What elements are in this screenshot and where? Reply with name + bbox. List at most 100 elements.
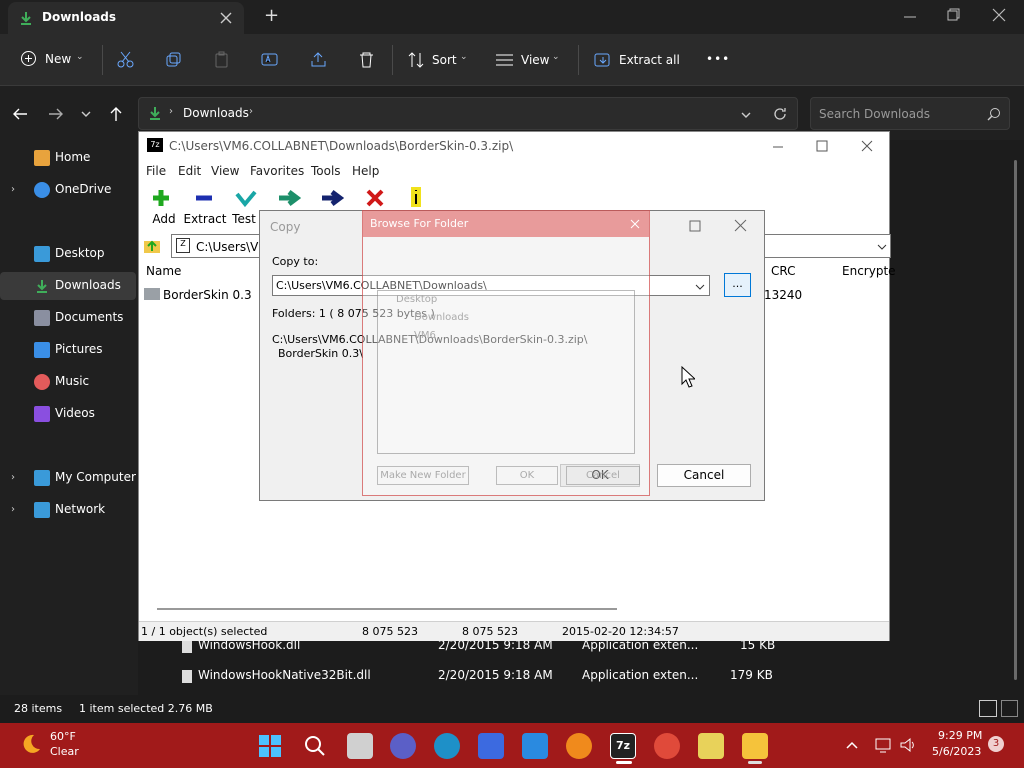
cheetah-app-icon[interactable] (698, 733, 724, 759)
menu-favorites[interactable]: Favorites (250, 164, 304, 178)
menu-tools[interactable]: Tools (311, 164, 341, 178)
chevron-down-icon[interactable] (877, 242, 887, 252)
volume-icon[interactable] (899, 736, 917, 754)
tree-item-desktop[interactable]: Desktop (396, 294, 437, 305)
chrome-browser-icon[interactable] (654, 733, 680, 759)
search-icon[interactable] (303, 734, 327, 758)
sidebar-item-network[interactable]: › Network (0, 496, 136, 524)
new-tab-button[interactable]: + (264, 5, 279, 26)
info-icon[interactable] (409, 186, 423, 208)
edge-browser-icon[interactable] (434, 733, 460, 759)
browse-button[interactable]: ... (724, 273, 751, 297)
chevron-right-icon[interactable]: › (11, 184, 15, 195)
sidebar-item-my-computer[interactable]: › My Computer (0, 464, 136, 492)
file-explorer-icon[interactable] (742, 733, 768, 759)
sort-button[interactable]: Sort ⌄ (408, 50, 473, 70)
meet-chat-icon[interactable] (390, 733, 416, 759)
paste-icon[interactable] (213, 51, 230, 68)
column-encrypted[interactable]: Encrypte (842, 264, 896, 278)
close-icon[interactable] (861, 140, 873, 152)
sidebar-item-home[interactable]: Home (0, 144, 136, 172)
more-options-icon[interactable]: ••• (706, 52, 730, 66)
archive-row[interactable]: BorderSkin 0.3 (144, 286, 264, 304)
minimize-icon[interactable] (772, 141, 784, 153)
breadcrumb-downloads[interactable]: Downloads (183, 106, 249, 120)
chevron-down-icon[interactable] (695, 282, 705, 292)
minimize-icon[interactable] (903, 10, 917, 24)
details-view-icon[interactable] (979, 700, 997, 717)
tiles-view-icon[interactable] (1001, 700, 1018, 717)
sevenzip-app-icon: 7z (147, 138, 163, 152)
browse-ok-button[interactable]: OK (496, 466, 558, 485)
folder-tree[interactable]: Desktop Downloads VM6 (377, 290, 635, 454)
sidebar-item-documents[interactable]: Documents (0, 304, 136, 332)
windows-start-icon[interactable] (258, 734, 282, 758)
desktop-icon (34, 246, 50, 262)
rename-icon[interactable] (261, 51, 278, 68)
task-view-icon[interactable] (347, 733, 373, 759)
sidebar-item-pictures[interactable]: Pictures (0, 336, 136, 364)
up-folder-icon[interactable] (143, 236, 161, 254)
browse-for-folder-dialog: Browse For Folder Desktop Downloads VM6 … (362, 210, 650, 496)
mail-icon[interactable] (522, 733, 548, 759)
column-crc[interactable]: CRC (771, 264, 796, 278)
chevron-right-icon[interactable]: › (11, 504, 15, 515)
column-name[interactable]: Name (146, 264, 181, 278)
close-icon[interactable] (734, 219, 747, 232)
make-new-folder-button[interactable]: Make New Folder (377, 466, 469, 485)
view-button[interactable]: View ⌄ (496, 50, 566, 70)
notification-badge[interactable]: 3 (988, 736, 1004, 752)
clock-time[interactable]: 9:29 PM (938, 729, 982, 742)
menu-edit[interactable]: Edit (178, 164, 201, 178)
menu-view[interactable]: View (211, 164, 239, 178)
maximize-icon[interactable] (816, 140, 828, 152)
restore-icon[interactable] (946, 8, 960, 22)
move-arrow-icon[interactable] (320, 189, 344, 207)
sevenzip-address-text: C:\Users\VM (196, 240, 269, 254)
history-chevron-icon[interactable] (740, 109, 752, 121)
menu-help[interactable]: Help (352, 164, 379, 178)
horizontal-scrollbar[interactable] (157, 608, 617, 610)
menu-file[interactable]: File (146, 164, 166, 178)
store-icon[interactable] (478, 733, 504, 759)
tree-item-vm6[interactable]: VM6 (414, 330, 436, 341)
extract-all-button[interactable]: Extract all (594, 50, 684, 70)
address-bar[interactable]: › Downloads › (138, 97, 798, 130)
sidebar-item-videos[interactable]: Videos (0, 400, 136, 428)
search-icon[interactable] (987, 107, 1001, 121)
close-tab-icon[interactable] (220, 12, 232, 24)
tree-item-downloads[interactable]: Downloads (414, 312, 469, 323)
network-status-icon[interactable] (874, 736, 892, 754)
close-icon[interactable] (630, 219, 640, 229)
up-icon[interactable] (108, 106, 124, 122)
copy-arrow-icon[interactable] (277, 189, 301, 207)
chevron-up-icon[interactable] (845, 738, 859, 752)
scrollbar[interactable] (1014, 160, 1017, 680)
new-button[interactable]: New ⌄ (20, 50, 90, 70)
delete-x-icon[interactable] (365, 189, 385, 207)
close-window-icon[interactable] (992, 8, 1006, 22)
delete-icon[interactable] (358, 51, 375, 68)
file-row[interactable]: WindowsHookNative32Bit.dll 2/20/2015 9:1… (160, 662, 800, 692)
back-icon[interactable] (12, 106, 28, 122)
browse-cancel-button[interactable]: Cancel (566, 466, 640, 485)
weather-widget[interactable]: 60°F Clear (20, 729, 100, 761)
maximize-icon[interactable] (689, 220, 701, 232)
sidebar-item-desktop[interactable]: Desktop (0, 240, 136, 268)
recent-chevron-icon[interactable] (80, 108, 92, 120)
cut-icon[interactable] (117, 51, 134, 68)
sidebar-item-onedrive[interactable]: › OneDrive (0, 176, 136, 204)
share-icon[interactable] (310, 51, 327, 68)
tab-downloads[interactable]: Downloads (8, 2, 244, 34)
sidebar-item-downloads[interactable]: Downloads (0, 272, 136, 300)
sevenzip-taskbar-icon[interactable]: 7z (610, 733, 636, 759)
refresh-icon[interactable] (772, 106, 788, 122)
clock-date[interactable]: 5/6/2023 (932, 745, 981, 758)
copy-icon[interactable] (165, 51, 182, 68)
chevron-right-icon[interactable]: › (11, 472, 15, 483)
sidebar-item-music[interactable]: Music (0, 368, 136, 396)
search-input[interactable]: Search Downloads (810, 97, 1010, 130)
security-shield-icon[interactable] (566, 733, 592, 759)
forward-icon[interactable] (48, 106, 64, 122)
cancel-button[interactable]: Cancel (657, 464, 751, 487)
